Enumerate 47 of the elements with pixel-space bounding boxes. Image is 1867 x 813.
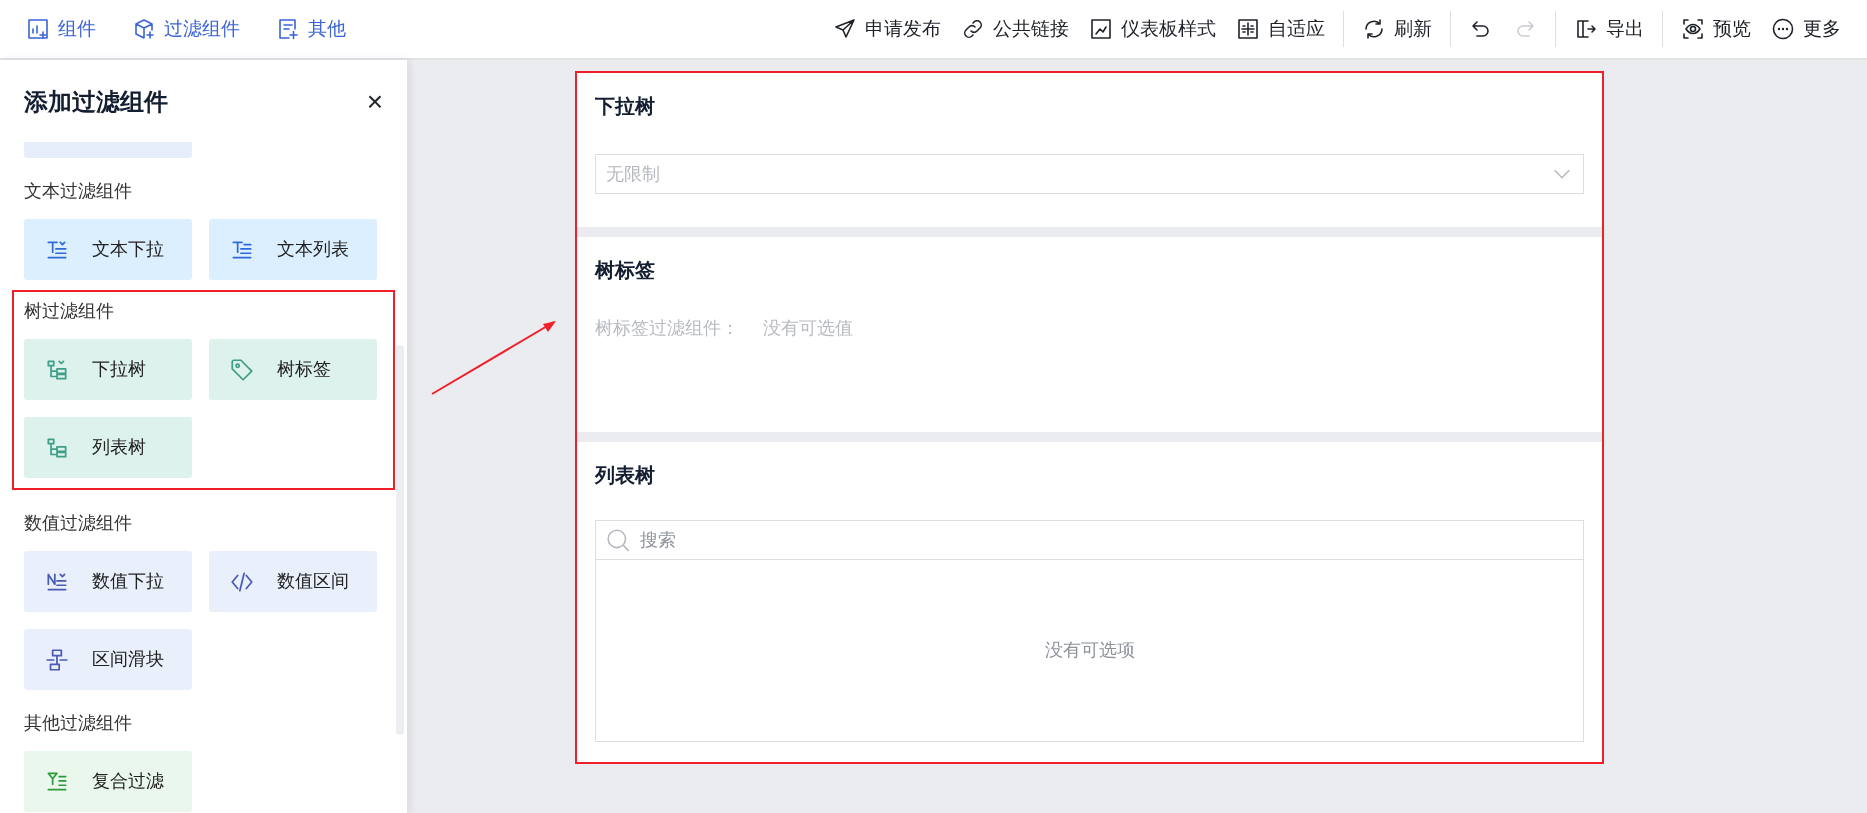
widget-title: 树标签 — [595, 258, 656, 283]
filter-components-menu[interactable]: 过滤组件 — [122, 14, 250, 44]
filter-tile[interactable]: 树标签 — [209, 339, 377, 400]
other-menu[interactable]: 其他 — [266, 14, 356, 44]
empty-message: 没有可选值 — [763, 317, 853, 340]
send-icon — [833, 17, 857, 41]
link-icon — [961, 17, 985, 41]
cube-plus-icon — [132, 17, 156, 41]
toolbar-button[interactable]: 仪表板样式 — [1079, 14, 1226, 44]
empty-message: 没有可选项 — [1044, 639, 1135, 662]
toolbar-button[interactable]: 更多 — [1761, 14, 1851, 44]
widget-title: 下拉树 — [595, 94, 656, 119]
toolbar-button[interactable]: 刷新 — [1352, 14, 1442, 44]
filter-tile[interactable]: 下拉树 — [24, 339, 192, 400]
section-label: 数值过滤组件 — [24, 512, 133, 535]
section-label: 其他过滤组件 — [24, 712, 133, 735]
more-icon — [1771, 17, 1795, 41]
panel-title: 添加过滤组件 — [24, 87, 168, 117]
filter-tile[interactable]: 数值区间 — [209, 551, 377, 612]
toolbar-button[interactable]: 申请发布 — [823, 14, 951, 44]
filter-tile[interactable]: 文本列表 — [209, 219, 377, 280]
widget-title: 列表树 — [595, 463, 656, 488]
document-plus-icon — [276, 17, 300, 41]
toolbar-button[interactable]: 公共链接 — [951, 14, 1079, 44]
refresh-icon — [1362, 17, 1386, 41]
toolbar-button[interactable]: 自适应 — [1226, 14, 1335, 44]
export-icon — [1574, 17, 1598, 41]
section-label: 文本过滤组件 — [24, 180, 133, 203]
style-icon — [1089, 17, 1113, 41]
filter-label: 树标签过滤组件： — [595, 317, 739, 340]
section-label: 树过滤组件 — [24, 300, 115, 323]
fit-icon — [1236, 17, 1260, 41]
range-icon — [44, 646, 70, 673]
filter-tile[interactable]: 文本下拉 — [24, 219, 192, 280]
toolbar-button[interactable]: 预览 — [1671, 14, 1761, 44]
filter-tile[interactable]: 复合过滤 — [24, 751, 192, 812]
search-icon — [606, 527, 632, 553]
eye-icon — [1681, 17, 1705, 41]
filter-tile[interactable]: 列表树 — [24, 417, 192, 478]
tag-icon — [229, 356, 255, 383]
toolbar-button[interactable]: 导出 — [1564, 14, 1654, 44]
filter-tile[interactable]: 区间滑块 — [24, 629, 192, 690]
chart-plus-icon — [26, 17, 50, 41]
components-menu[interactable]: 组件 — [16, 14, 106, 44]
placeholder-text: 无限制 — [606, 162, 660, 186]
filter-tile[interactable]: 数值下拉 — [24, 551, 192, 612]
close-button[interactable]: × — [366, 88, 383, 116]
